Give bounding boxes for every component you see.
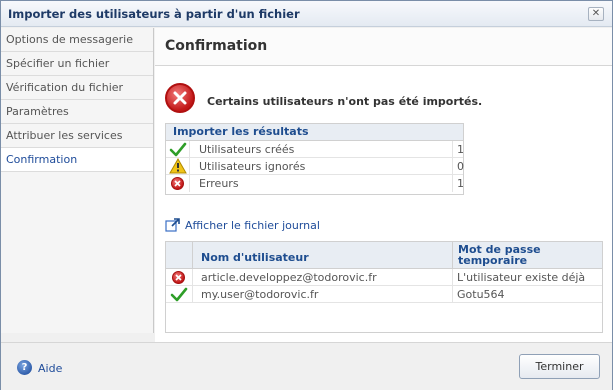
sidebar-item-attribuer-services[interactable]: Attribuer les services — [1, 124, 153, 148]
check-icon — [169, 142, 187, 157]
main-panel: Confirmation Certains utilisateurs n'ont… — [155, 28, 612, 342]
password-cell: L'utilisateur existe déjà — [452, 269, 585, 286]
table-row: Utilisateurs créés 1 — [166, 141, 464, 158]
dialog-footer: ? Aide Terminer — [1, 342, 612, 390]
import-results-table: Importer les résultats Utilisateurs créé… — [165, 123, 464, 195]
check-icon — [170, 287, 188, 302]
column-header-password[interactable]: Mot de passe temporaire — [452, 242, 603, 268]
result-value: 0 — [452, 158, 464, 175]
table-row: Erreurs 1 — [166, 175, 464, 192]
column-header-username[interactable]: Nom d'utilisateur — [201, 251, 309, 264]
main-header: Confirmation — [155, 28, 612, 66]
password-cell: Gotu564 — [452, 286, 505, 303]
result-label: Utilisateurs ignorés — [199, 160, 306, 173]
error-icon — [171, 177, 184, 190]
table-header: Nom d'utilisateur Mot de passe temporair… — [166, 242, 602, 269]
alert-message: Certains utilisateurs n'ont pas été impo… — [207, 95, 483, 108]
import-users-dialog: Importer des utilisateurs à partir d'un … — [0, 0, 613, 390]
sidebar-item-verification-fichier[interactable]: Vérification du fichier — [1, 76, 153, 100]
external-link-icon — [165, 218, 180, 232]
result-value: 1 — [452, 141, 464, 158]
page-title: Confirmation — [165, 38, 268, 54]
table-row: my.user@todorovic.fr Gotu564 — [166, 286, 602, 303]
table-row: article.developpez@todorovic.fr L'utilis… — [166, 269, 602, 286]
results-header: Importer les résultats — [166, 124, 463, 141]
error-icon — [165, 83, 195, 113]
sidebar-item-specifier-fichier[interactable]: Spécifier un fichier — [1, 52, 153, 76]
help-link[interactable]: Aide — [38, 362, 62, 375]
window-title: Importer des utilisateurs à partir d'un … — [8, 7, 300, 21]
warning-icon — [169, 158, 187, 174]
sidebar-item-parametres[interactable]: Paramètres — [1, 100, 153, 124]
wizard-steps-sidebar: Options de messagerie Spécifier un fichi… — [1, 28, 154, 333]
error-icon — [172, 271, 185, 284]
result-value: 1 — [452, 175, 464, 192]
help-icon[interactable]: ? — [17, 360, 32, 375]
close-icon: ✕ — [591, 8, 601, 19]
view-log-label: Afficher le fichier journal — [185, 219, 320, 232]
title-bar: Importer des utilisateurs à partir d'un … — [1, 1, 612, 27]
result-label: Utilisateurs créés — [199, 143, 295, 156]
sidebar-item-confirmation[interactable]: Confirmation — [1, 148, 153, 172]
username-cell: my.user@todorovic.fr — [201, 288, 319, 301]
result-label: Erreurs — [199, 177, 239, 190]
users-table: Nom d'utilisateur Mot de passe temporair… — [165, 241, 603, 333]
sidebar-item-options-messagerie[interactable]: Options de messagerie — [1, 28, 153, 52]
finish-button[interactable]: Terminer — [519, 354, 600, 379]
username-cell: article.developpez@todorovic.fr — [201, 271, 377, 284]
table-row: Utilisateurs ignorés 0 — [166, 158, 464, 175]
close-button[interactable]: ✕ — [588, 7, 604, 21]
